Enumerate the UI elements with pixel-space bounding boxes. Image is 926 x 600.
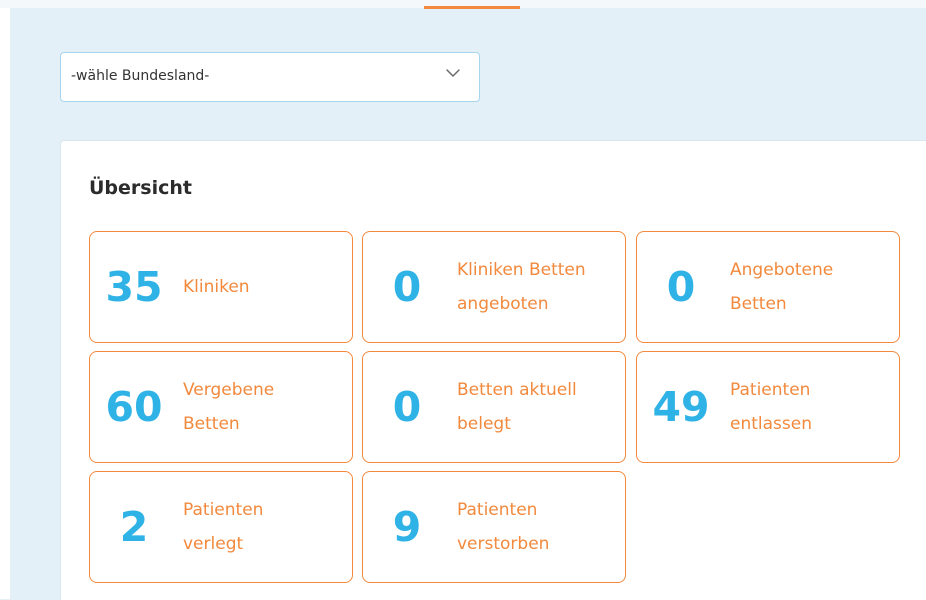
stat-value: 35 [105, 263, 163, 311]
stat-label: Angebotene Betten [730, 260, 834, 314]
stat-card-angebotene-betten: 0 Angebotene Betten [636, 231, 900, 343]
stat-label: Patienten entlassen [730, 380, 812, 434]
stat-value: 60 [105, 383, 163, 431]
overview-title: Übersicht [89, 177, 192, 199]
chevron-down-icon [446, 69, 460, 77]
stat-card-kliniken: 35 Kliniken [89, 231, 353, 343]
stat-label: Kliniken Betten angeboten [457, 260, 586, 314]
stat-label: Betten aktuell belegt [457, 380, 577, 434]
stat-label: Vergebene Betten [183, 380, 275, 434]
stat-value: 9 [392, 503, 422, 551]
stat-card-patienten-verstorben: 9 Patienten verstorben [362, 471, 626, 583]
stat-value: 49 [652, 383, 710, 431]
stat-card-kliniken-betten-angeboten: 0 Kliniken Betten angeboten [362, 231, 626, 343]
page-left-gutter [0, 0, 10, 599]
stat-label: Kliniken [183, 277, 250, 297]
stat-label: Patienten verlegt [183, 500, 264, 554]
stat-value: 0 [392, 383, 422, 431]
stat-value: 2 [119, 503, 149, 551]
stat-value: 0 [666, 263, 696, 311]
active-tab-indicator [424, 6, 520, 9]
bundesland-select[interactable]: -wähle Bundesland- [60, 52, 480, 102]
stat-label: Patienten verstorben [457, 500, 550, 554]
stat-card-patienten-verlegt: 2 Patienten verlegt [89, 471, 353, 583]
stat-card-vergebene-betten: 60 Vergebene Betten [89, 351, 353, 463]
bundesland-select-value: -wähle Bundesland- [71, 68, 210, 84]
stat-value: 0 [392, 263, 422, 311]
stat-card-patienten-entlassen: 49 Patienten entlassen [636, 351, 900, 463]
stat-card-betten-aktuell-belegt: 0 Betten aktuell belegt [362, 351, 626, 463]
overview-panel: Übersicht 35 Kliniken 0 Kliniken Betten … [60, 140, 926, 600]
